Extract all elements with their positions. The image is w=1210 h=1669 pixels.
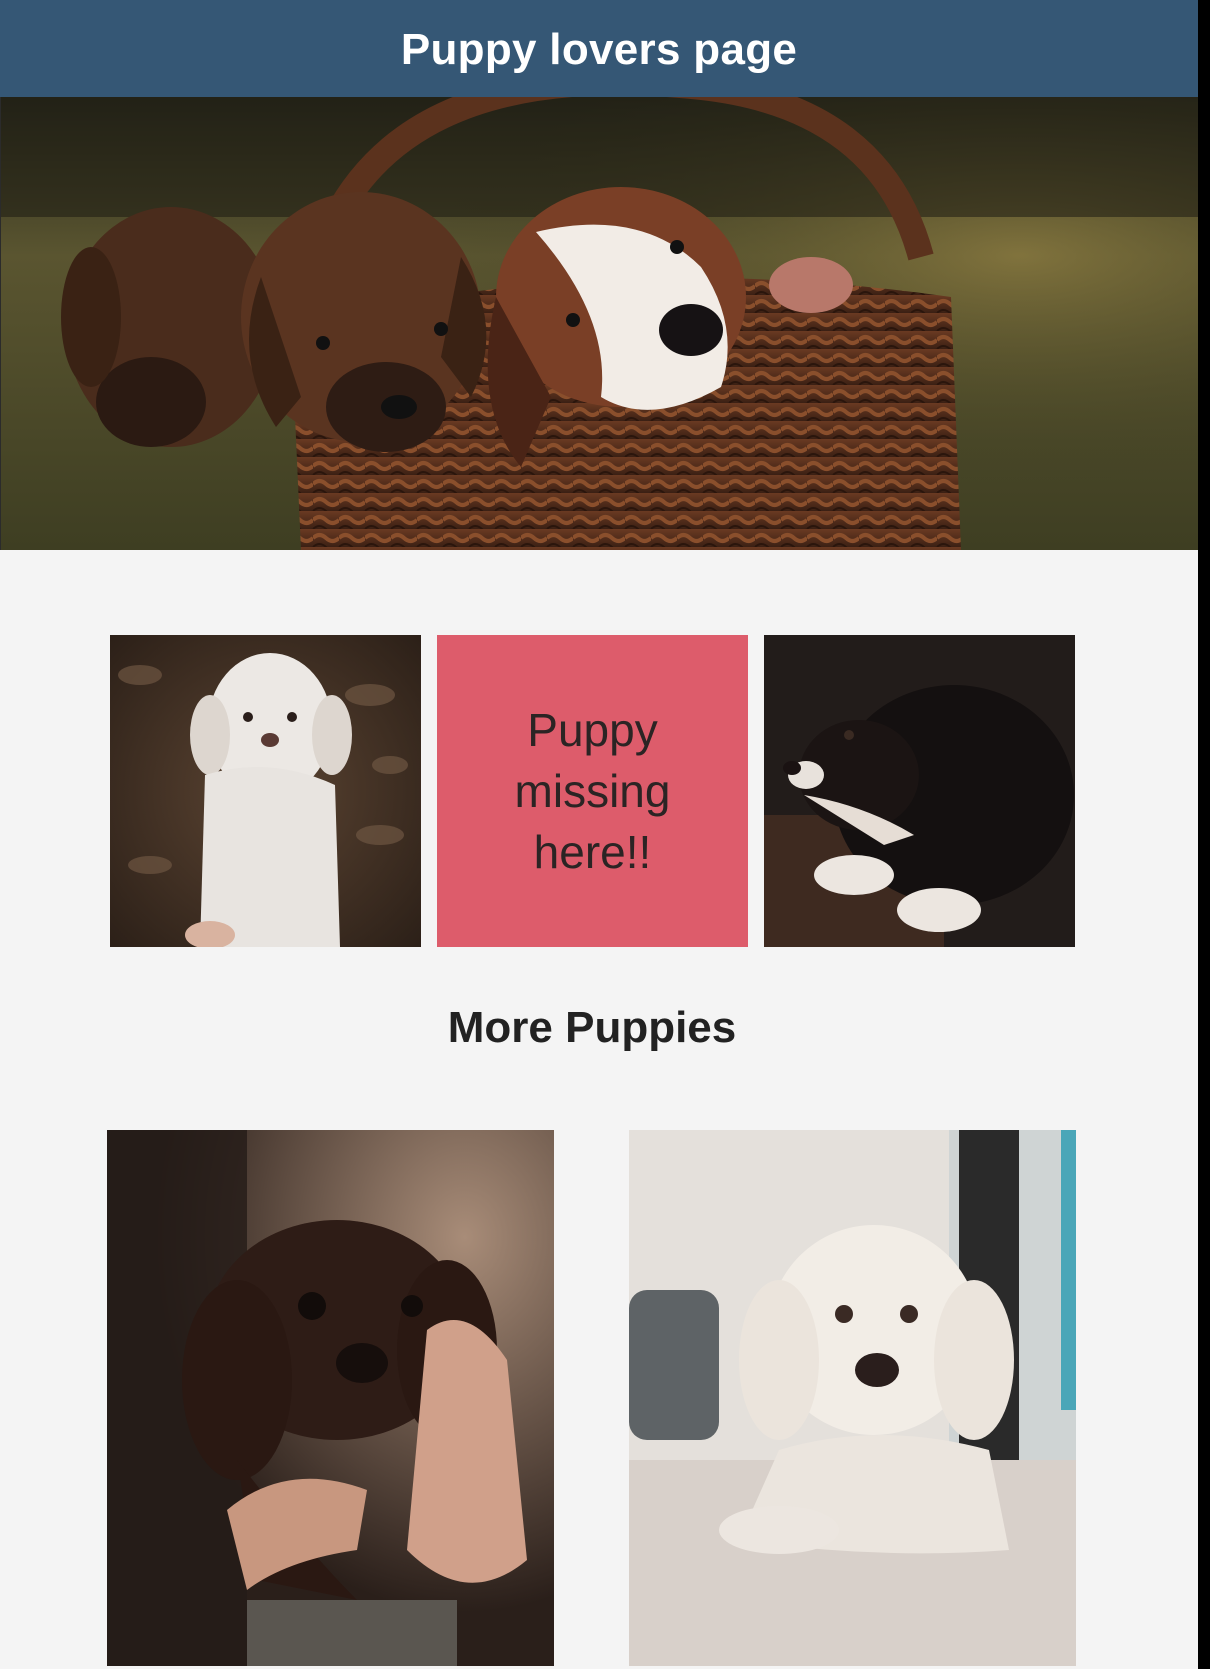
page-header: Puppy lovers page	[0, 0, 1198, 97]
window-edge	[1198, 0, 1210, 1669]
photo-white-poodle-dog	[629, 1130, 1076, 1666]
page-title: Puppy lovers page	[400, 24, 798, 74]
tile-puppy-missing: Puppy missing here!!	[437, 635, 748, 947]
hero-image-puppies-in-basket	[0, 97, 1198, 550]
photo-brown-spaniel-puppy	[107, 1130, 554, 1666]
puppy-missing-text: Puppy missing here!!	[514, 703, 671, 878]
tile-black-puppy-photo	[764, 635, 1075, 947]
page: Puppy lovers page Puppy missing here!! M…	[0, 0, 1198, 1669]
tile-white-puppy-photo	[110, 635, 421, 947]
more-puppies-heading: More Puppies	[447, 1003, 737, 1052]
